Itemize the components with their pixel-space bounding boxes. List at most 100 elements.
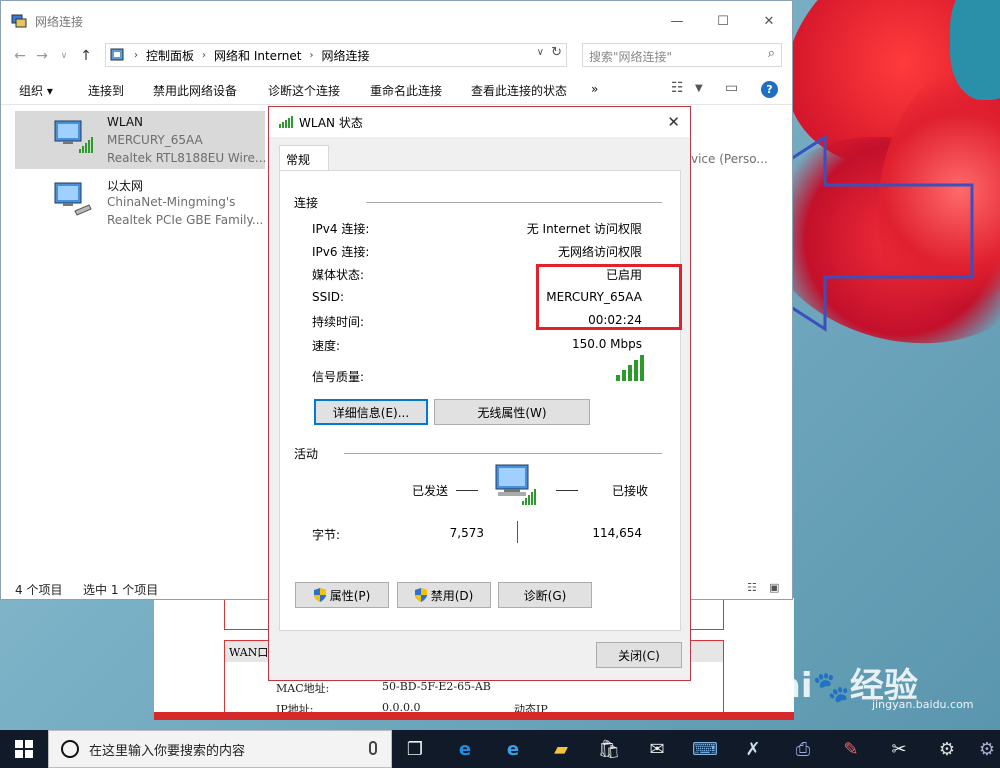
diagnose-connection-button[interactable]: 诊断这个连接 [268, 82, 340, 99]
back-arrow-icon[interactable]: ← [9, 48, 31, 64]
wlan-status-dialog: WLAN 状态 ✕ 常规 连接 IPv4 连接: 无 Internet 访问权限… [268, 106, 691, 681]
address-row: ← → ∨ ↑ › 控制面板 › 网络和 Internet › 网络连接 ∨ ↻… [1, 41, 792, 71]
network-item-ethernet[interactable]: 以太网 ChinaNet-Mingming's Realtek PCIe GBE… [15, 173, 265, 231]
help-icon[interactable]: ? [761, 81, 778, 98]
explorer-titlebar[interactable]: 网络连接 — ☐ ✕ [1, 1, 792, 41]
dialog-tabs: 常规 [279, 145, 681, 171]
details-view-icon[interactable]: ☷ [747, 581, 757, 594]
network-item-wlan[interactable]: WLAN MERCURY_65AA Realtek RTL8188EU Wire… [15, 111, 267, 169]
highlight-red-box [536, 264, 682, 330]
search-icon[interactable]: ⌕ [768, 46, 775, 61]
app-icon[interactable]: ⎙ [790, 736, 816, 762]
command-bar: 组织 ▾ 连接到 禁用此网络设备 诊断这个连接 重命名此连接 查看此连接的状态 … [1, 75, 792, 105]
signal-quality-label: 信号质量: [312, 370, 365, 384]
connection-group-label: 连接 [294, 196, 319, 210]
network-activity-icon [495, 464, 536, 505]
close-window-button[interactable]: ✕ [746, 6, 792, 36]
ipv6-value: 无网络访问权限 [557, 245, 642, 259]
windows-logo-icon [15, 740, 33, 758]
breadcrumb-control-panel[interactable]: 控制面板 [146, 47, 194, 64]
dialog-titlebar[interactable]: WLAN 状态 ✕ [269, 107, 690, 137]
watermark-brand-text: Bai [752, 666, 813, 706]
screenshot-app-icon[interactable]: ✂ [886, 736, 912, 762]
signal-bar [640, 355, 644, 381]
paint-app-icon[interactable]: ✎ [838, 736, 864, 762]
breadcrumb-network-connections[interactable]: 网络连接 [321, 47, 369, 64]
organize-menu[interactable]: 组织 ▾ [19, 82, 53, 99]
signal-bar [628, 365, 632, 381]
address-dropdown-icon[interactable]: ∨ [537, 47, 544, 58]
taskbar-search-box[interactable]: 在这里输入你要搜索的内容 [48, 730, 392, 768]
disable-device-button[interactable]: 禁用此网络设备 [153, 82, 237, 99]
breadcrumb-separator-icon: › [134, 49, 138, 61]
maximize-button[interactable]: ☐ [700, 6, 746, 36]
tab-general[interactable]: 常规 [279, 145, 329, 171]
mail-icon[interactable]: ✉ [644, 736, 670, 762]
view-status-button[interactable]: 查看此连接的状态 [471, 82, 567, 99]
bytes-received: 114,654 [592, 526, 642, 540]
ipv4-label: IPv4 连接: [312, 222, 370, 236]
disable-button[interactable]: 禁用(D) [397, 582, 491, 608]
sent-label: 已发送 [412, 484, 449, 498]
bytes-label: 字节: [312, 528, 341, 542]
received-label: 已接收 [612, 484, 649, 498]
forward-arrow-icon[interactable]: → [31, 48, 53, 64]
connect-to-button[interactable]: 连接到 [88, 82, 124, 99]
keyboard-app-icon[interactable]: ⌨ [692, 736, 718, 762]
preview-pane-icon[interactable]: ▭ [725, 80, 738, 96]
details-button[interactable]: 详细信息(E)... [314, 399, 428, 425]
breadcrumb-separator-icon[interactable]: › [309, 50, 313, 61]
control-panel-icon [110, 48, 124, 61]
internet-explorer-icon[interactable]: e [500, 736, 526, 762]
properties-button[interactable]: 属性(P) [295, 582, 389, 608]
up-arrow-icon[interactable]: ↑ [75, 48, 97, 64]
dialog-close-icon[interactable]: ✕ [667, 113, 680, 131]
media-state-label: 媒体状态: [312, 268, 365, 282]
window-title: 网络连接 [35, 14, 84, 29]
received-line [556, 490, 578, 491]
dialog-title: WLAN 状态 [299, 115, 363, 130]
task-view-icon[interactable]: ❐ [402, 736, 428, 762]
minimize-button[interactable]: — [654, 6, 700, 36]
wireless-properties-button[interactable]: 无线属性(W) [434, 399, 590, 425]
file-explorer-icon[interactable]: ▰ [548, 736, 574, 762]
view-options-icon[interactable]: ☷ [671, 80, 684, 96]
taskbar: 在这里输入你要搜索的内容 ❐ e e ▰ 🛍 ✉ ⌨ ✗ ⎙ ✎ ✂ ⚙ ⚙ [0, 730, 1000, 768]
signal-quality-icon [616, 355, 644, 381]
item-count: 4 个项目 [15, 583, 63, 597]
signal-bar [622, 370, 626, 381]
duration-label: 持续时间: [312, 315, 365, 329]
network-item-adapter: Realtek RTL8188EU Wire... [107, 151, 267, 165]
watermark-url: jingyan.baidu.com [872, 698, 974, 711]
refresh-icon[interactable]: ↻ [551, 45, 562, 60]
close-dialog-button[interactable]: 关闭(C) [596, 642, 682, 668]
recent-dropdown-icon[interactable]: ∨ [53, 51, 75, 61]
bytes-divider [517, 521, 518, 543]
more-commands-button[interactable]: » [591, 82, 598, 96]
rename-connection-button[interactable]: 重命名此连接 [370, 82, 442, 99]
truncated-item-text: vice (Perso... [691, 152, 768, 166]
tools-app-icon[interactable]: ⚙ [934, 736, 960, 762]
breadcrumb-separator-icon[interactable]: › [202, 50, 206, 61]
uac-shield-icon [313, 588, 326, 602]
microphone-icon[interactable] [369, 741, 377, 755]
group-divider [344, 453, 662, 454]
search-input[interactable]: 搜索"网络连接" ⌕ [582, 43, 782, 67]
edge-browser-icon[interactable]: e [452, 736, 478, 762]
network-item-ssid: MERCURY_65AA [107, 133, 203, 147]
properties-label: 属性(P) [329, 588, 371, 603]
large-icons-view-icon[interactable]: ▣ [769, 581, 779, 594]
start-button[interactable] [0, 730, 48, 768]
math-app-icon[interactable]: ✗ [740, 736, 766, 762]
address-bar[interactable]: › 控制面板 › 网络和 Internet › 网络连接 ∨ ↻ [105, 43, 567, 67]
diagnose-button[interactable]: 诊断(G) [498, 582, 592, 608]
wlan-adapter-icon [54, 120, 93, 153]
breadcrumb-network-internet[interactable]: 网络和 Internet [214, 47, 301, 64]
settings-app-icon[interactable]: ⚙ [974, 736, 1000, 762]
sent-line [456, 490, 478, 491]
general-tab-panel: 连接 IPv4 连接: 无 Internet 访问权限 IPv6 连接: 无网络… [279, 170, 682, 631]
store-icon[interactable]: 🛍 [596, 736, 622, 762]
network-item-name: 以太网 [107, 179, 144, 193]
network-connections-icon [11, 14, 27, 28]
view-dropdown-icon[interactable]: ▼ [695, 83, 703, 94]
